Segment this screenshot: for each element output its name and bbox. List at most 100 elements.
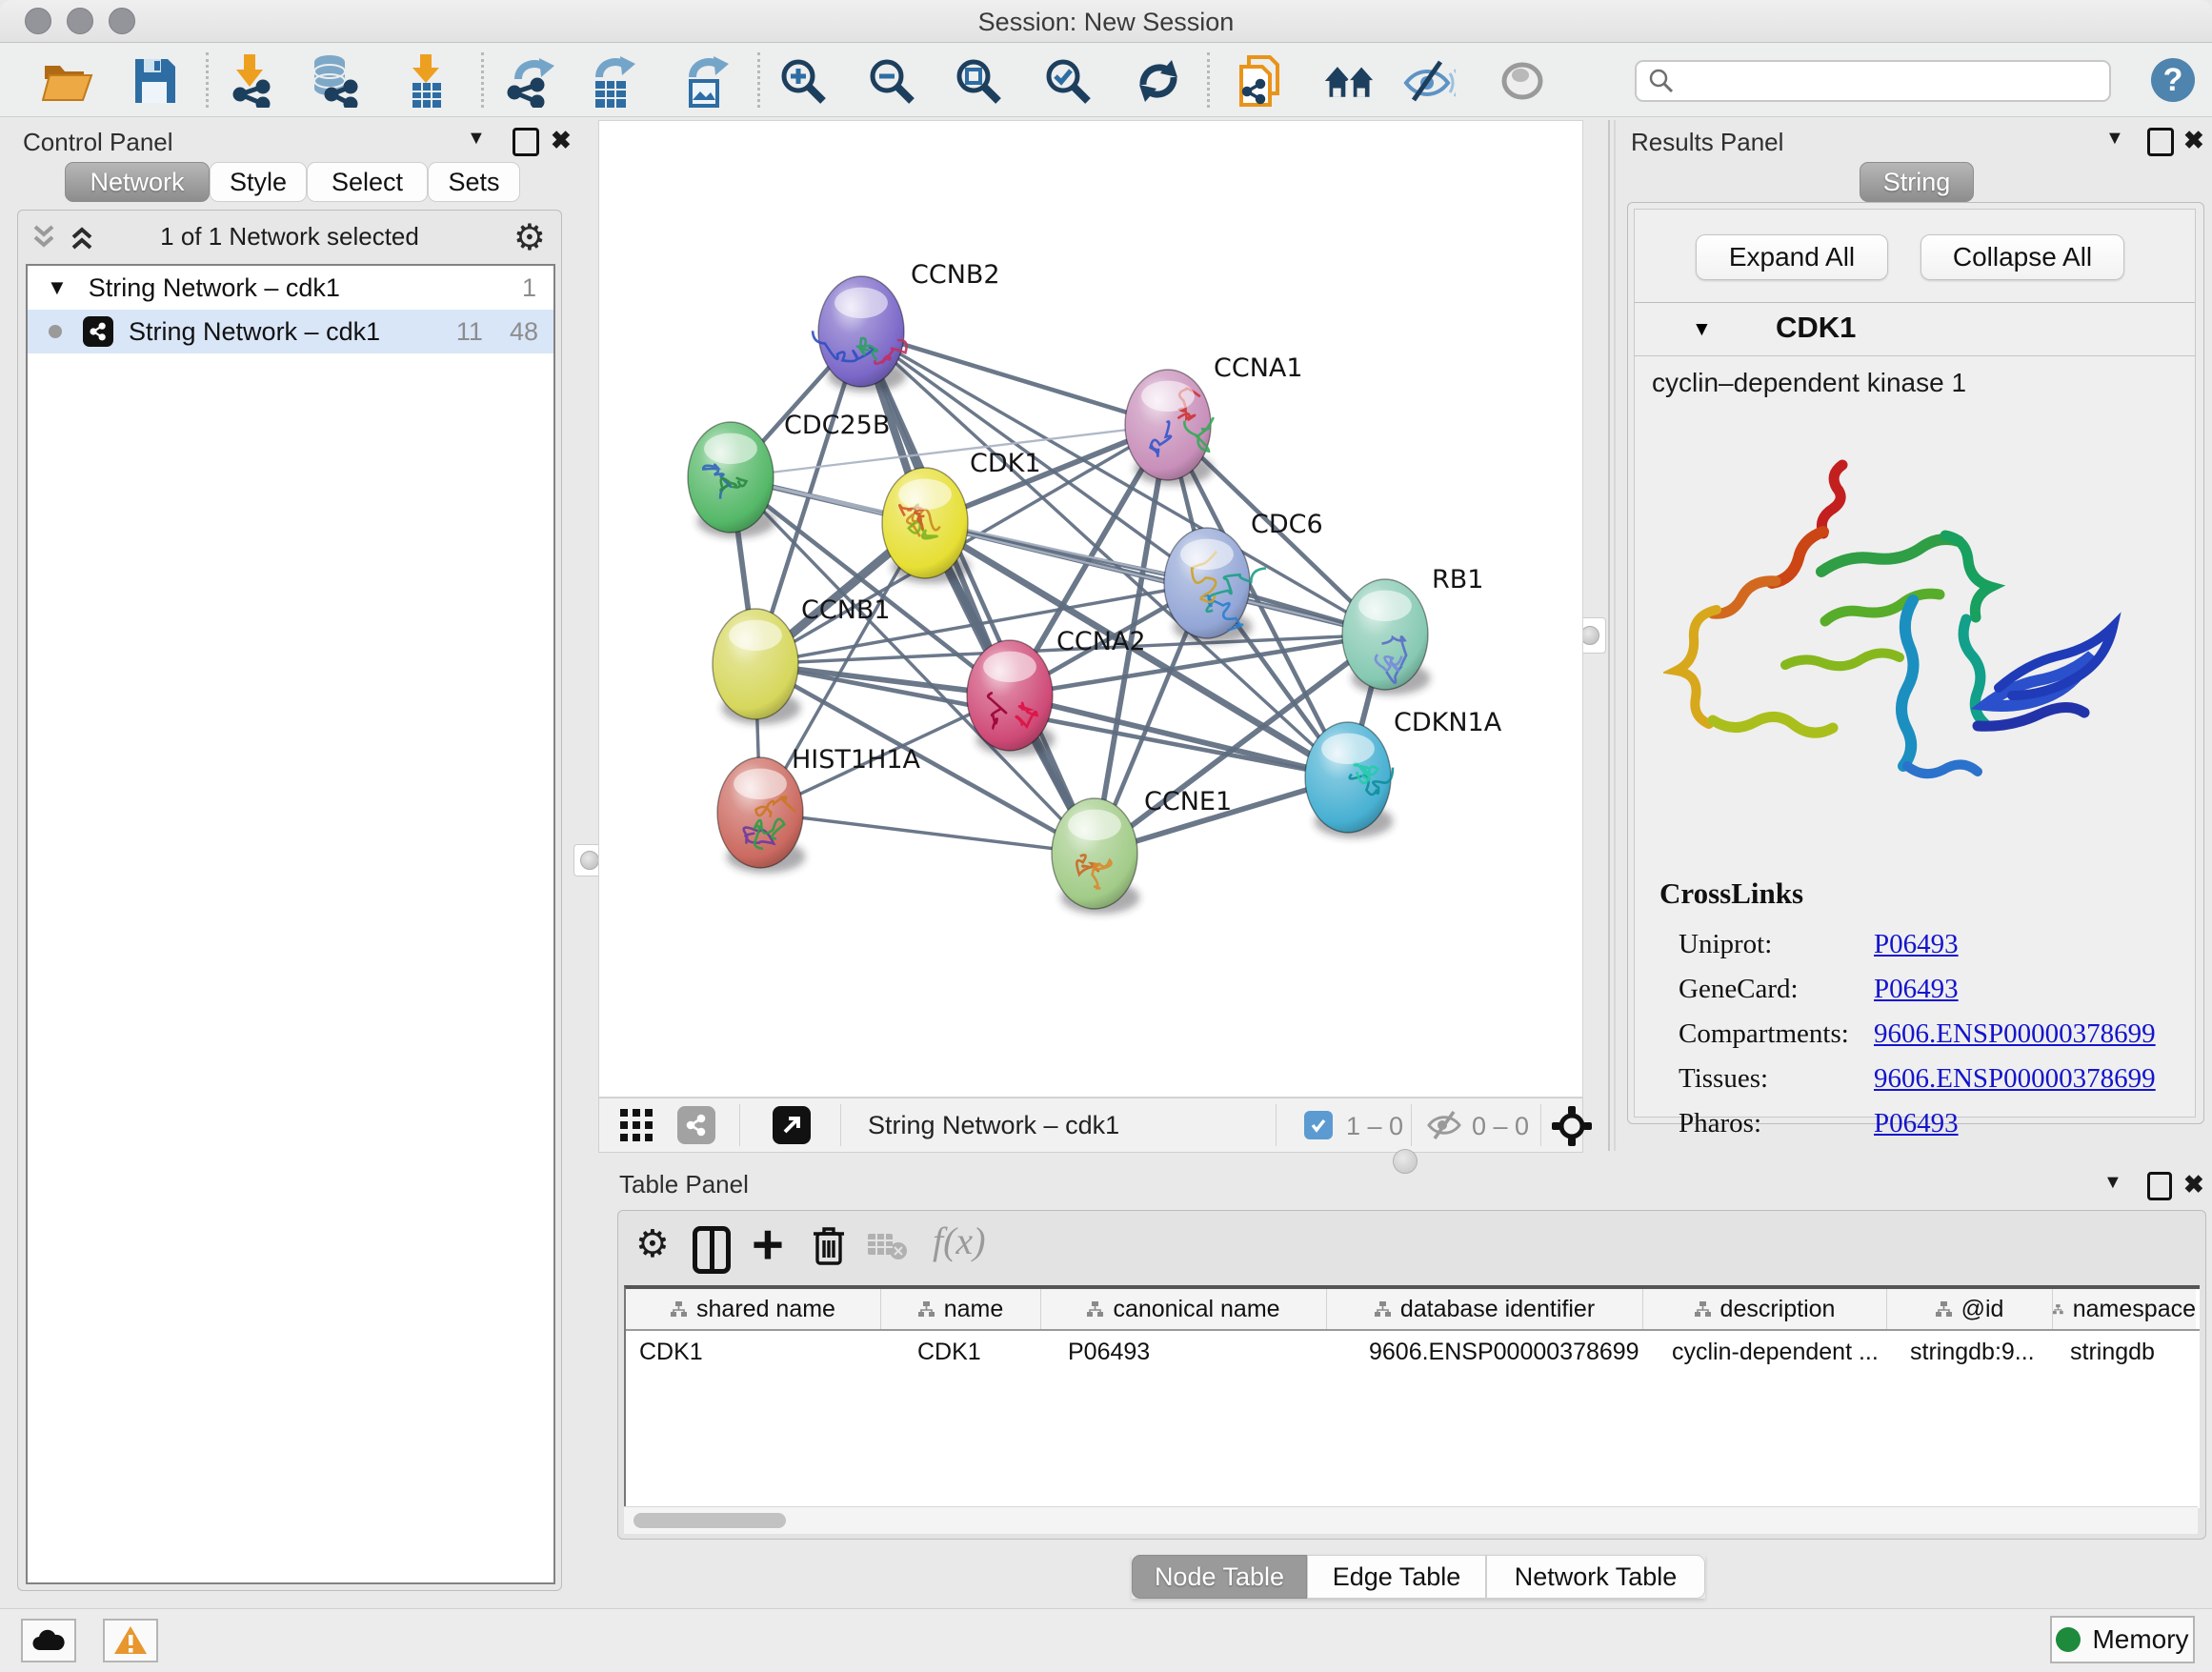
- tab-network-table[interactable]: Network Table: [1486, 1555, 1705, 1599]
- column-header-namespace[interactable]: namespace: [2053, 1289, 2196, 1329]
- crosslink-row: Tissues: 9606.ENSP00000378699: [1679, 1057, 2174, 1101]
- column-type-icon: [2053, 1301, 2063, 1318]
- houses-button[interactable]: [1323, 54, 1377, 108]
- panel-close-icon[interactable]: ✖: [2183, 1170, 2204, 1199]
- panel-float-icon[interactable]: [513, 128, 539, 156]
- network-graph[interactable]: CCNB2CCNA1CDC25BCDK1CDC6RB1CCNB1CCNA2CDK…: [599, 121, 1582, 1097]
- selected-checkbox-icon[interactable]: [1304, 1111, 1333, 1139]
- crosslink-label: Pharos:: [1679, 1108, 1874, 1139]
- horizontal-scrollbar[interactable]: [624, 1506, 2198, 1534]
- panel-close-icon[interactable]: ✖: [2183, 126, 2204, 155]
- table-header-row: shared name name canonical name database…: [626, 1289, 2200, 1329]
- delete-column-trash-icon[interactable]: [813, 1224, 845, 1271]
- table-cell[interactable]: stringdb: [2053, 1331, 2196, 1371]
- detach-view-button[interactable]: [773, 1106, 811, 1144]
- crosslink-compartments-link[interactable]: 9606.ENSP00000378699: [1874, 1018, 2156, 1050]
- crosslink-tissues-link[interactable]: 9606.ENSP00000378699: [1874, 1063, 2156, 1095]
- string-results-box: Expand All Collapse All ▼ CDK1 cyclin–de…: [1634, 209, 2196, 1118]
- scrollbar-thumb[interactable]: [633, 1513, 786, 1528]
- column-header-database-identifier[interactable]: database identifier: [1327, 1289, 1643, 1329]
- panel-menu-caret-icon[interactable]: ▼: [2105, 128, 2124, 150]
- network-canvas[interactable]: CCNB2CCNA1CDC25BCDK1CDC6RB1CCNB1CCNA2CDK…: [598, 120, 1583, 1098]
- column-header-name[interactable]: name: [881, 1289, 1041, 1329]
- table-cell[interactable]: CDK1: [881, 1331, 1041, 1371]
- import-network-button[interactable]: [224, 54, 277, 108]
- warning-icon: [113, 1625, 148, 1656]
- memory-button[interactable]: Memory: [2050, 1616, 2195, 1663]
- panel-float-icon[interactable]: [2147, 128, 2174, 156]
- protein-structure-image: [1663, 419, 2140, 829]
- table-cell[interactable]: 9606.ENSP00000378699: [1327, 1331, 1643, 1371]
- tree-collapse-caret-icon[interactable]: ▼: [47, 275, 68, 300]
- hide-selected-button[interactable]: [1402, 54, 1456, 108]
- collapse-all-button[interactable]: Collapse All: [1920, 234, 2124, 280]
- table-options-gear-icon[interactable]: ⚙: [635, 1222, 670, 1266]
- tab-select[interactable]: Select: [307, 162, 428, 202]
- eye-slash-icon: [1402, 60, 1456, 102]
- network-type-icon: [83, 316, 113, 347]
- network-row[interactable]: String Network – cdk1 11 48: [28, 310, 553, 353]
- help-button[interactable]: ?: [2151, 58, 2195, 102]
- network-view-button[interactable]: [677, 1106, 715, 1144]
- tab-edge-table[interactable]: Edge Table: [1307, 1555, 1486, 1599]
- column-header-canonical-name[interactable]: canonical name: [1041, 1289, 1327, 1329]
- show-eye-button[interactable]: [1496, 54, 1549, 108]
- section-collapse-caret-icon[interactable]: ▼: [1692, 318, 1712, 341]
- table-cell[interactable]: CDK1: [626, 1331, 881, 1371]
- network-options-gear-icon[interactable]: ⚙: [513, 216, 546, 259]
- panel-menu-caret-icon[interactable]: ▼: [467, 128, 486, 150]
- column-header-description[interactable]: description: [1643, 1289, 1887, 1329]
- grid-view-button[interactable]: [620, 1109, 654, 1148]
- expand-all-button[interactable]: Expand All: [1696, 234, 1888, 280]
- refresh-button[interactable]: [1132, 54, 1185, 108]
- import-network-from-database-button[interactable]: [307, 54, 360, 108]
- zoom-out-button[interactable]: [865, 54, 918, 108]
- save-session-button[interactable]: [128, 54, 181, 108]
- crosslink-uniprot-link[interactable]: P06493: [1874, 929, 1959, 960]
- gene-section-header[interactable]: ▼ CDK1: [1635, 303, 2195, 356]
- crosslink-genecard-link[interactable]: P06493: [1874, 974, 1959, 1005]
- crosslink-pharos-link[interactable]: P06493: [1874, 1108, 1959, 1139]
- birdseye-toggle-button[interactable]: [1552, 1106, 1592, 1151]
- zoom-in-button[interactable]: [776, 54, 830, 108]
- table-cell[interactable]: P06493: [1041, 1331, 1327, 1371]
- crosslink-label: Compartments:: [1679, 1018, 1874, 1050]
- export-image-button[interactable]: [679, 54, 733, 108]
- node-table: shared name name canonical name database…: [624, 1285, 2200, 1508]
- control-panel: Control Panel ▼ ✖ Network Style Select S…: [10, 120, 570, 1597]
- tab-network[interactable]: Network: [65, 162, 210, 202]
- add-column-plus-icon[interactable]: +: [752, 1213, 784, 1277]
- show-columns-icon[interactable]: [693, 1226, 731, 1274]
- zoom-fit-button[interactable]: [952, 54, 1005, 108]
- column-header-shared-name[interactable]: shared name: [626, 1289, 881, 1329]
- tab-style[interactable]: Style: [210, 162, 307, 202]
- table-row[interactable]: CDK1 CDK1 P06493 9606.ENSP00000378699 cy…: [626, 1329, 2200, 1371]
- function-builder-button[interactable]: f(x): [933, 1219, 986, 1263]
- tab-sets[interactable]: Sets: [428, 162, 520, 202]
- crosslinks-list: Uniprot: P06493 GeneCard: P06493 Compart…: [1679, 922, 2174, 1146]
- collection-count: 1: [522, 273, 536, 303]
- import-table-button[interactable]: [400, 54, 453, 108]
- export-network-button[interactable]: [504, 54, 557, 108]
- svg-text:CCNB2: CCNB2: [911, 260, 1000, 290]
- table-cell[interactable]: cyclin-dependent ...: [1643, 1331, 1887, 1371]
- duplicate-network-button[interactable]: [1234, 54, 1287, 108]
- panel-float-icon[interactable]: [2147, 1172, 2172, 1200]
- zoom-selected-button[interactable]: [1041, 54, 1095, 108]
- tab-node-table[interactable]: Node Table: [1132, 1555, 1307, 1599]
- export-table-button[interactable]: [586, 54, 639, 108]
- export-network-icon: [505, 54, 556, 108]
- cloud-status-button[interactable]: [21, 1619, 76, 1662]
- column-header-id[interactable]: @id: [1887, 1289, 2053, 1329]
- export-image-icon: [681, 54, 731, 108]
- tab-string[interactable]: String: [1860, 162, 1974, 202]
- table-cell[interactable]: stringdb:9...: [1887, 1331, 2053, 1371]
- warnings-button[interactable]: [103, 1619, 158, 1662]
- panel-menu-caret-icon[interactable]: ▼: [2103, 1172, 2122, 1194]
- search-field[interactable]: [1635, 60, 2111, 102]
- panel-close-icon[interactable]: ✖: [551, 126, 572, 155]
- svg-text:HIST1H1A: HIST1H1A: [792, 745, 921, 775]
- search-input[interactable]: [1675, 66, 2079, 97]
- network-collection-row[interactable]: ▼ String Network – cdk1 1: [28, 266, 553, 310]
- open-file-button[interactable]: [41, 54, 94, 108]
